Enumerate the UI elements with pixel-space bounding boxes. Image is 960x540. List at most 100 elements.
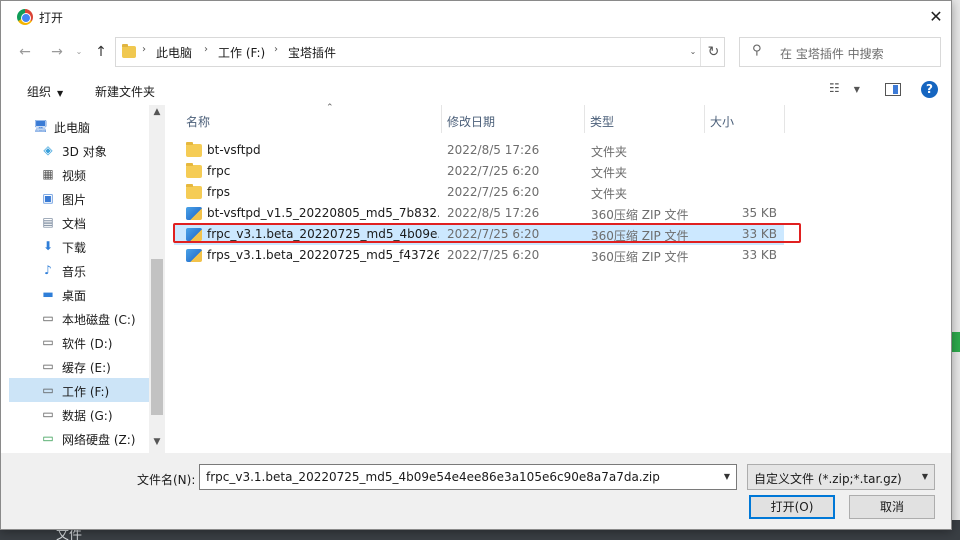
forward-arrow-icon[interactable]: → xyxy=(47,41,67,63)
chevron-right-icon[interactable]: › xyxy=(204,44,208,55)
search-placeholder: 在 宝塔插件 中搜索 xyxy=(780,47,884,61)
chevron-right-icon[interactable]: › xyxy=(274,44,278,55)
annotation-highlight-box xyxy=(173,223,801,243)
file-date: 2022/7/25 6:20 xyxy=(447,185,540,199)
file-row[interactable]: frps 2022/7/25 6:20 文件夹 xyxy=(174,182,784,203)
cancel-button[interactable]: 取消 xyxy=(849,495,935,519)
sidebar-scrollbar[interactable]: ▲ ▼ xyxy=(149,105,165,453)
organize-label: 组织 xyxy=(27,85,52,99)
chevron-down-icon: ▼ xyxy=(853,85,860,94)
open-file-dialog: 打开 ✕ ← → ⌄ ↑ › 此电脑 › 工作 (F:) › 宝塔插件 ⌄ ↻ … xyxy=(0,0,952,530)
column-separator[interactable] xyxy=(784,105,785,133)
file-name: frps_v3.1.beta_20220725_md5_f43726... xyxy=(207,248,439,262)
column-header-date[interactable]: 修改日期 xyxy=(447,105,495,133)
file-name: bt-vsftpd xyxy=(207,143,261,157)
column-header-name-label: 名称 xyxy=(186,115,211,129)
refresh-icon[interactable]: ↻ xyxy=(700,38,726,66)
column-separator[interactable] xyxy=(441,105,442,133)
music-icon: ♪ xyxy=(44,263,52,277)
new-folder-button[interactable]: 新建文件夹 xyxy=(95,83,155,100)
chevron-right-icon[interactable]: › xyxy=(142,44,146,55)
breadcrumb-work-drive[interactable]: 工作 (F:) xyxy=(218,44,265,61)
file-size: 35 KB xyxy=(741,206,777,220)
sidebar-item[interactable]: ▭ 缓存 (E:) xyxy=(9,354,149,378)
up-arrow-icon[interactable]: ↑ xyxy=(91,41,111,63)
video-icon: ▦ xyxy=(42,167,54,181)
sidebar-item-label: 网络硬盘 (Z:) xyxy=(62,433,136,447)
column-header-size[interactable]: 大小 xyxy=(710,105,734,133)
sidebar-item[interactable]: ▭ 软件 (D:) xyxy=(9,330,149,354)
column-header-type[interactable]: 类型 xyxy=(590,105,614,133)
chevron-down-icon[interactable]: ▼ xyxy=(718,465,736,489)
sidebar-item-label: 工作 (F:) xyxy=(62,385,110,399)
computer-icon: 🖥 xyxy=(33,119,49,133)
file-size: 33 KB xyxy=(741,248,777,262)
back-arrow-icon[interactable]: ← xyxy=(15,41,35,63)
navigation-pane: 🖥 此电脑 ◈ 3D 对象 ▦ 视频 ▣ 图片 ▤ 文档 ⬇ 下载 ♪ 音乐 ▬ 桌面 ▭ 本地磁盘 (C:) ▭ 软… xyxy=(9,105,165,453)
sidebar-item[interactable]: ◈ 3D 对象 xyxy=(9,138,149,162)
chrome-icon xyxy=(17,9,33,25)
search-box[interactable]: ⚲ 在 宝塔插件 中搜索 xyxy=(739,37,941,67)
folder-icon xyxy=(186,184,202,199)
column-separator[interactable] xyxy=(704,105,705,133)
sidebar-item-label: 图片 xyxy=(62,193,87,207)
chevron-down-icon[interactable]: ▼ xyxy=(916,465,934,489)
sidebar-item-label: 下载 xyxy=(62,241,87,255)
cube-icon: ◈ xyxy=(43,143,53,157)
file-date: 2022/7/25 6:20 xyxy=(447,248,540,262)
dialog-footer: 文件名(N): frpc_v3.1.beta_20220725_md5_4b09… xyxy=(1,453,951,529)
file-date: 2022/7/25 6:20 xyxy=(447,164,540,178)
sidebar-item[interactable]: ♪ 音乐 xyxy=(9,258,149,282)
document-icon: ▤ xyxy=(42,215,54,229)
folder-icon xyxy=(122,44,136,58)
organize-button[interactable]: 组织 ▼ xyxy=(27,83,63,100)
sidebar-item[interactable]: ▤ 文档 xyxy=(9,210,149,234)
file-row[interactable]: bt-vsftpd 2022/8/5 17:26 文件夹 xyxy=(174,140,784,161)
file-type: 文件夹 xyxy=(591,187,628,201)
filetype-select[interactable]: 自定义文件 (*.zip;*.tar.gz) ▼ xyxy=(747,464,935,490)
recent-locations-chevron-icon[interactable]: ⌄ xyxy=(69,41,89,63)
sidebar-item[interactable]: ▣ 图片 xyxy=(9,186,149,210)
sidebar-item[interactable]: ▭ 数据 (G:) xyxy=(9,402,149,426)
filename-input[interactable]: frpc_v3.1.beta_20220725_md5_4b09e54e4ee8… xyxy=(199,464,737,490)
file-date: 2022/8/5 17:26 xyxy=(447,206,540,220)
dialog-title: 打开 xyxy=(39,11,64,25)
help-icon[interactable]: ? xyxy=(921,81,938,98)
file-type: 360压缩 ZIP 文件 xyxy=(591,208,689,222)
filename-label: 文件名(N): xyxy=(137,473,196,487)
open-button[interactable]: 打开(O) xyxy=(749,495,835,519)
sidebar-item[interactable]: ▭ 网络硬盘 (Z:) xyxy=(9,426,149,450)
sidebar-item[interactable]: ▭ 工作 (F:) xyxy=(9,378,149,402)
search-icon: ⚲ xyxy=(752,43,762,58)
desktop-icon: ▬ xyxy=(42,287,54,301)
sidebar-item[interactable]: ▬ 桌面 xyxy=(9,282,149,306)
sidebar-item[interactable]: ▭ 本地磁盘 (C:) xyxy=(9,306,149,330)
file-name: frpc xyxy=(207,164,231,178)
column-separator[interactable] xyxy=(584,105,585,133)
sidebar-item[interactable]: ▦ 视频 xyxy=(9,162,149,186)
file-row[interactable]: frpc 2022/7/25 6:20 文件夹 xyxy=(174,161,784,182)
sidebar-item-label: 3D 对象 xyxy=(62,145,107,159)
sidebar-item[interactable]: ⬇ 下载 xyxy=(9,234,149,258)
filename-value: frpc_v3.1.beta_20220725_md5_4b09e54e4ee8… xyxy=(206,470,660,484)
file-type: 360压缩 ZIP 文件 xyxy=(591,250,689,264)
sidebar-item-label: 音乐 xyxy=(62,265,87,279)
preview-pane-icon[interactable] xyxy=(885,83,901,96)
close-button[interactable]: ✕ xyxy=(921,5,951,29)
sidebar-item-label: 数据 (G:) xyxy=(62,409,113,423)
sidebar-item-label: 此电脑 xyxy=(54,121,91,135)
sidebar-item[interactable]: 🖥 此电脑 xyxy=(9,114,149,138)
change-view-button[interactable]: ☷ ▼ xyxy=(829,81,865,99)
file-row[interactable]: frps_v3.1.beta_20220725_md5_f43726... 202… xyxy=(174,245,784,266)
scrollbar-thumb[interactable] xyxy=(151,259,163,415)
sidebar-item-label: 桌面 xyxy=(62,289,87,303)
address-bar[interactable]: › 此电脑 › 工作 (F:) › 宝塔插件 ⌄ ↻ xyxy=(115,37,725,67)
download-icon: ⬇ xyxy=(42,239,54,253)
column-header-name[interactable]: ⌃ 名称 xyxy=(186,103,334,133)
scroll-up-chevron-icon[interactable]: ▲ xyxy=(149,107,165,121)
sidebar-item-label: 缓存 (E:) xyxy=(62,361,111,375)
scroll-down-chevron-icon[interactable]: ▼ xyxy=(149,437,165,451)
breadcrumb-this-pc[interactable]: 此电脑 xyxy=(156,44,192,61)
file-row[interactable]: bt-vsftpd_v1.5_20220805_md5_7b832... 2022… xyxy=(174,203,784,224)
breadcrumb-current-folder[interactable]: 宝塔插件 xyxy=(288,44,336,61)
